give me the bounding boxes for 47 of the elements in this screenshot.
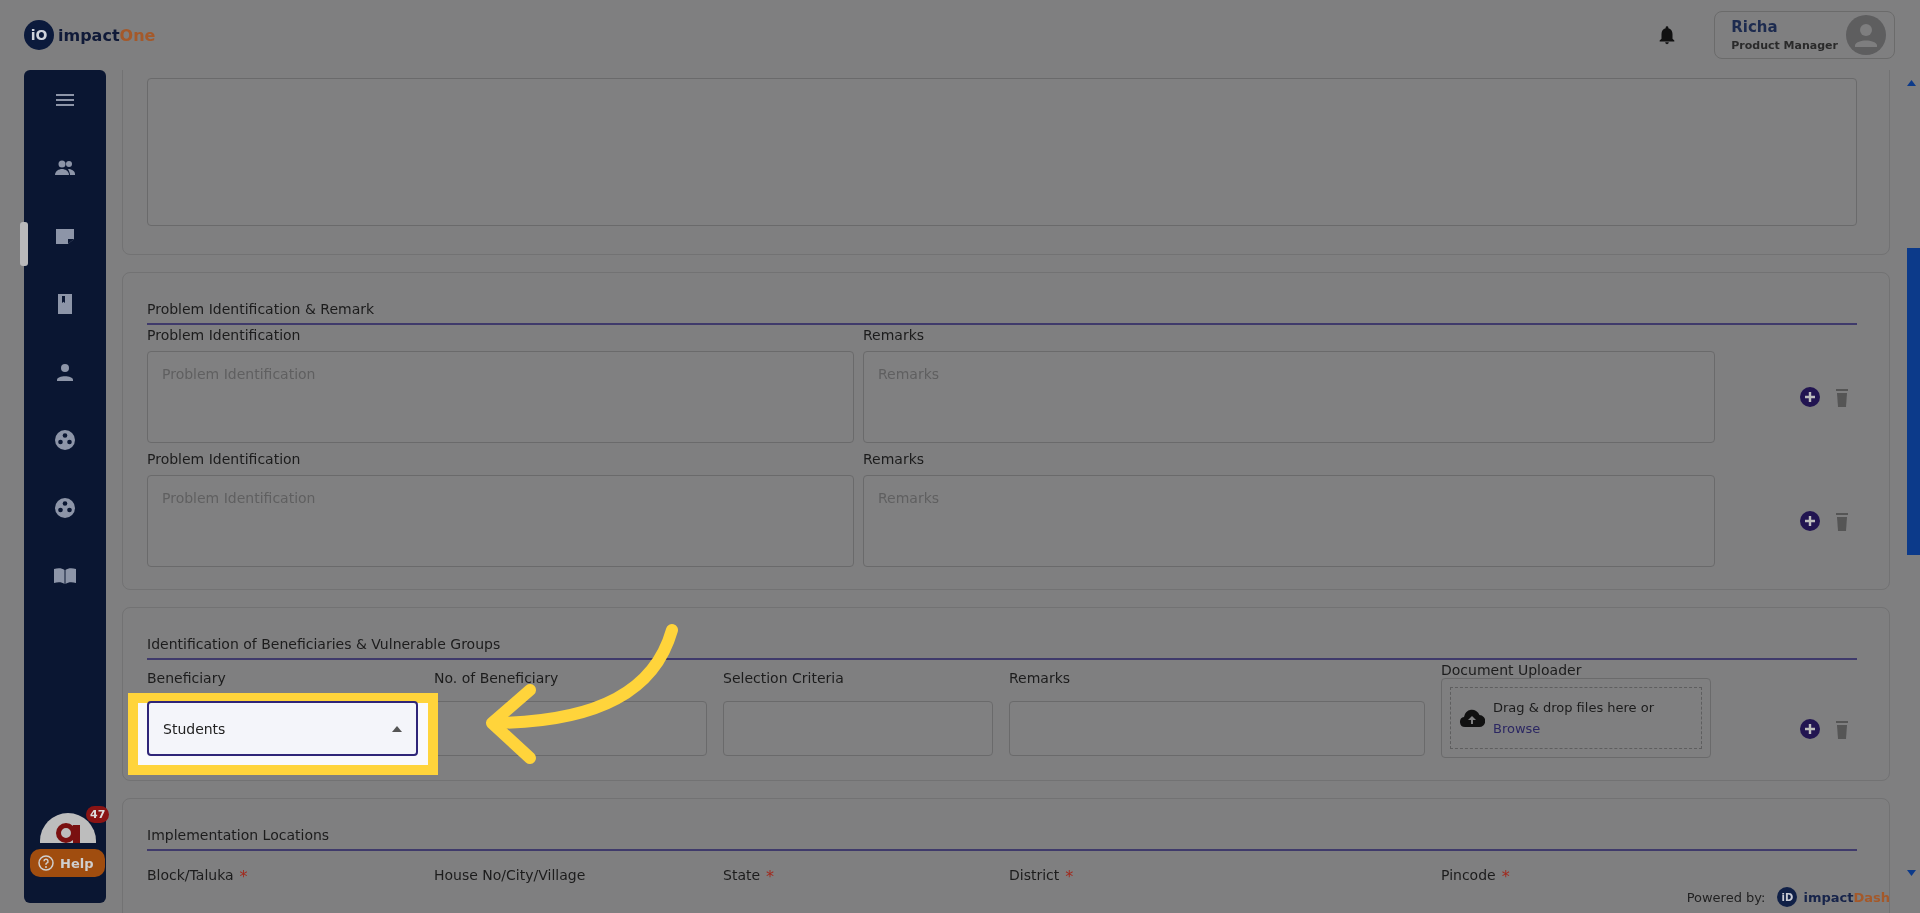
cloud-upload-icon [1459, 708, 1485, 728]
field-label: Selection Criteria [723, 670, 845, 688]
section-title: Implementation Locations [147, 827, 1857, 851]
scroll-down-icon[interactable] [1907, 870, 1916, 876]
avatar-icon [1846, 15, 1886, 55]
upload-area[interactable]: Drag & drop files here or Browse [1441, 678, 1711, 758]
add-icon[interactable] [1799, 510, 1821, 532]
reel-icon[interactable] [53, 428, 77, 452]
browse-link[interactable]: Browse [1493, 721, 1541, 736]
required-mark: * [1501, 867, 1510, 888]
logo-mark: iD [1777, 887, 1798, 907]
dropdown-field[interactable]: Students [147, 701, 418, 756]
field-label: District [1009, 867, 1060, 885]
logo-wordmark: impactDash [1803, 889, 1890, 905]
user-menu[interactable]: Richa Product Manager [1714, 11, 1895, 59]
logo-wordmark: impactOne [58, 25, 156, 45]
field-label: House No/City/Village [434, 867, 586, 885]
user-name: Richa [1731, 18, 1779, 36]
field-label: Block/Taluka [147, 867, 234, 885]
help-button[interactable]: Help [30, 849, 106, 877]
field-label: Problem Identification [147, 326, 302, 345]
required-mark: * [766, 867, 775, 888]
user-role: Product Manager [1731, 39, 1838, 52]
field-label: Remarks [863, 326, 926, 345]
scroll-thumb[interactable] [1907, 248, 1920, 555]
field-label: No. of Beneficiary [434, 670, 560, 688]
field-label: Remarks [1009, 670, 1072, 688]
logo-mark: iO [24, 20, 54, 50]
notification-badge: 47 [86, 806, 110, 823]
field-label: Document Uploader [1441, 662, 1583, 680]
field-label: Beneficiary [147, 670, 227, 688]
section-title: Problem Identification & Remark [147, 301, 1857, 325]
add-icon[interactable] [1799, 386, 1821, 408]
required-mark: * [239, 867, 248, 888]
add-icon[interactable] [1799, 717, 1821, 740]
reel-icon[interactable] [53, 496, 77, 520]
help-icon [38, 855, 54, 871]
powered-by-label: Powered by: [1686, 889, 1766, 905]
scroll-up-icon[interactable] [1907, 80, 1916, 86]
field-label: Remarks [863, 450, 926, 469]
upload-hint: Drag & drop files here or Browse [1493, 699, 1656, 738]
section-title: Identification of Beneficiaries & Vulnerable Groups [147, 636, 1857, 660]
caret-icon [392, 725, 402, 732]
field-label: Pincode [1441, 867, 1496, 885]
field-label: State [723, 867, 761, 885]
field-label: Problem Identification [147, 450, 302, 469]
required-mark: * [1065, 867, 1074, 888]
